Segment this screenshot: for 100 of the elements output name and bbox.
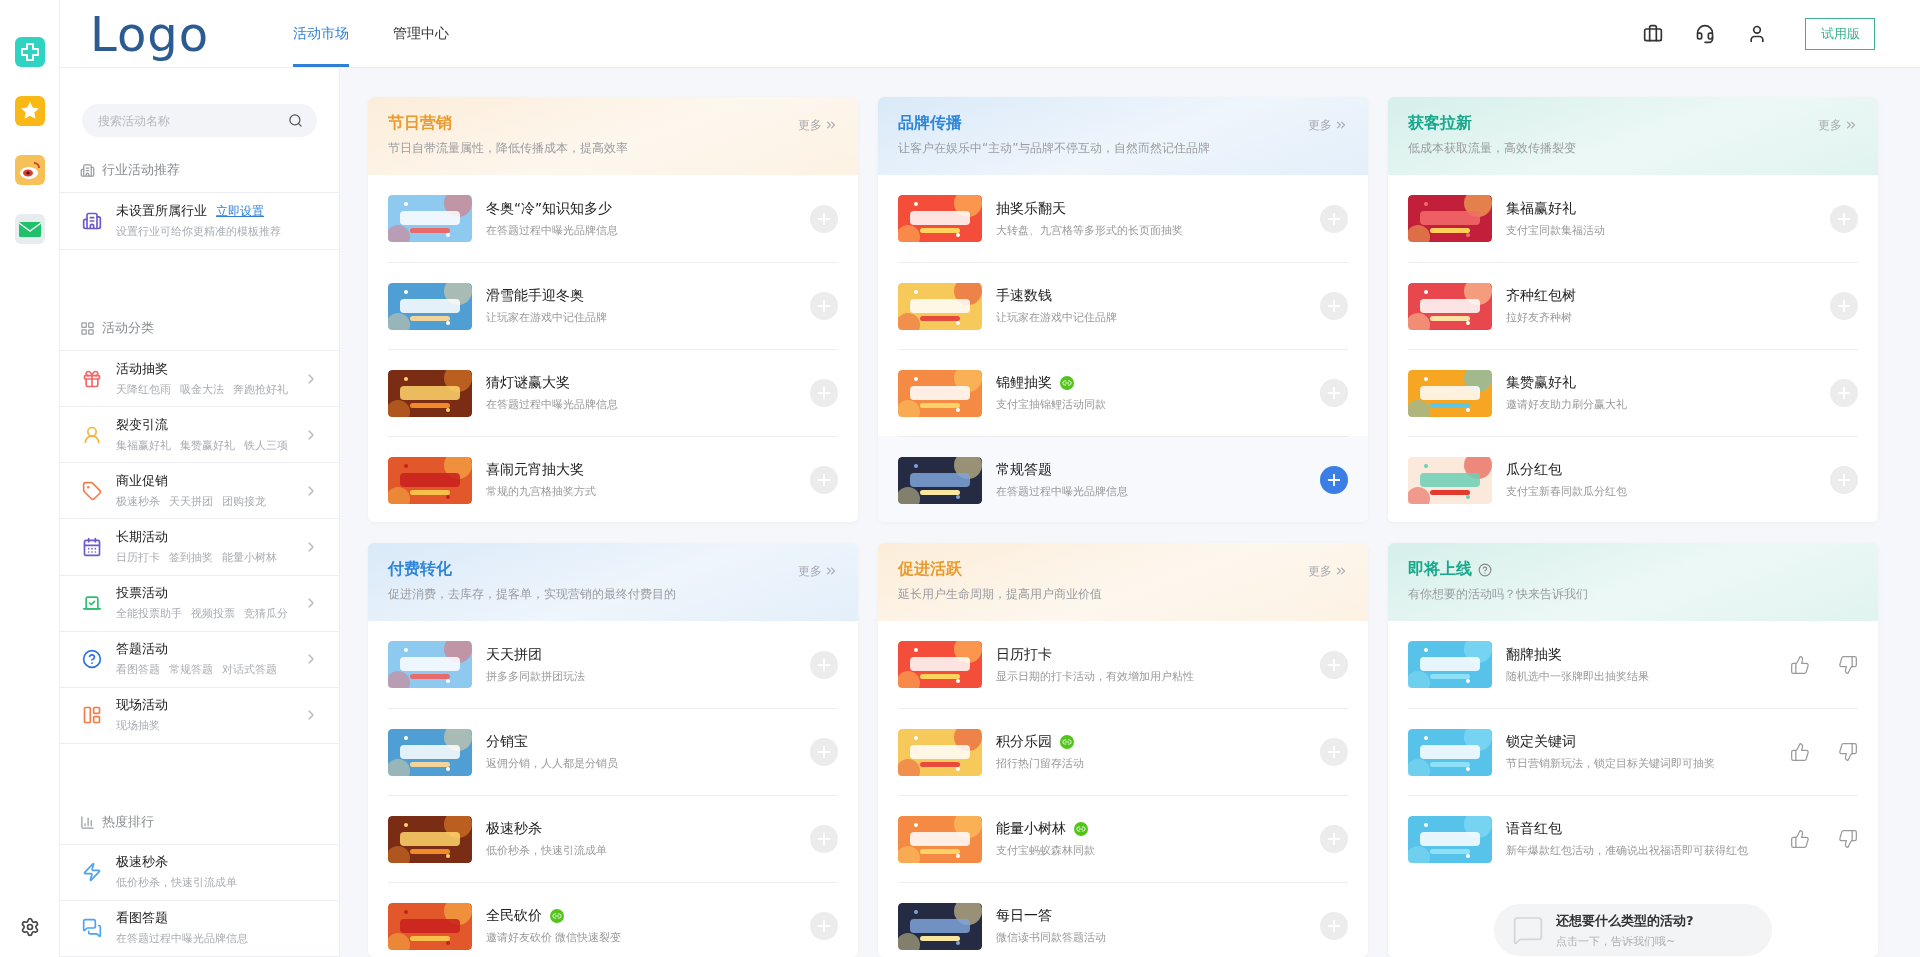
category-item[interactable]: 裂变引流 集福赢好礼 集赞赢好礼 铁人三项 — [60, 407, 339, 464]
settings-icon[interactable] — [19, 917, 40, 937]
category-tag: 对话式答题 — [222, 662, 277, 678]
activity-title: 能量小树林 — [996, 820, 1066, 838]
activity-row[interactable]: 常规答题 在答题过程中曝光品牌信息 — [878, 436, 1368, 522]
activity-row[interactable]: 冬奥“冷”知识知多少 在答题过程中曝光品牌信息 — [368, 175, 858, 262]
activity-desc: 微信读书同款答题活动 — [996, 930, 1107, 945]
user-icon[interactable] — [1747, 23, 1767, 44]
activity-title: 滑雪能手迎冬奥 — [486, 287, 584, 305]
activity-row[interactable]: 极速秒杀 低价秒杀，快速引流成单 — [368, 795, 858, 882]
double-chevron-icon — [824, 564, 838, 578]
ranking-desc: 低价秒杀，快速引流成单 — [116, 875, 238, 891]
card-title: 即将上线 — [1408, 559, 1472, 580]
category-tag: 极速秒杀 — [116, 493, 160, 509]
activity-row[interactable]: 能量小树林 支付宝蚂蚁森林同款 — [878, 795, 1368, 882]
activity-desc: 拼多多同款拼团玩法 — [486, 668, 586, 684]
set-now-link[interactable]: 立即设置 — [216, 203, 264, 221]
section-title: 行业活动推荐 — [102, 162, 180, 180]
card-title: 获客拉新 — [1408, 113, 1472, 134]
activity-title: 集赞赢好礼 — [1506, 374, 1576, 392]
category-tag: 吸金大法 — [180, 381, 224, 397]
ranking-item[interactable]: 极速秒杀 低价秒杀，快速引流成单 — [60, 844, 339, 901]
activity-row[interactable]: 分销宝 返佣分销，人人都是分销员 — [368, 708, 858, 795]
card-subtitle: 促进消费，去库存，提客单，实现营销的最终付费目的 — [388, 586, 677, 603]
activity-title: 分销宝 — [486, 733, 528, 751]
activity-row[interactable]: 日历打卡 显示日期的打卡活动，有效增加用户粘性 — [878, 621, 1368, 708]
briefcase-icon[interactable] — [1643, 23, 1663, 44]
activity-row[interactable]: 天天拼团 拼多多同款拼团玩法 — [368, 621, 858, 708]
activity-title: 每日一答 — [996, 907, 1052, 925]
activity-row[interactable]: 抽奖乐翻天 大转盘、九宫格等多形式的长页面抽奖 — [878, 175, 1368, 262]
card-title: 促进活跃 — [898, 559, 962, 580]
activity-desc: 邀请好友助力刷分赢大礼 — [1506, 397, 1628, 412]
category-item[interactable]: 商业促销 极速秒杀 天天拼团 团购接龙 — [60, 463, 339, 520]
nav-tab[interactable]: 管理中心 — [393, 0, 449, 67]
activity-title: 常规答题 — [996, 461, 1052, 479]
activity-desc: 支付宝抽锦鲤活动同款 — [996, 397, 1107, 412]
activity-row[interactable]: 手速数钱 让玩家在游戏中记住品牌 — [878, 262, 1368, 349]
activity-row[interactable]: 翻牌抽奖 随机选中一张牌即出抽奖结果 — [1388, 621, 1878, 708]
category-tag: 铁人三项 — [244, 437, 288, 453]
activity-row[interactable]: 齐种红包树 拉好友齐种树 — [1388, 262, 1878, 349]
activity-row[interactable]: 每日一答 微信读书同款答题活动 — [878, 882, 1368, 957]
activity-row[interactable]: 锁定关键词 节日营销新玩法，锁定目标关键词即可抽奖 — [1388, 708, 1878, 795]
lightning-icon — [82, 862, 102, 883]
activity-row[interactable]: 滑雪能手迎冬奥 让玩家在游戏中记住品牌 — [368, 262, 858, 349]
thumbs-down-icon[interactable] — [1838, 742, 1858, 762]
ranking-desc: 在答题过程中曝光品牌信息 — [116, 931, 249, 947]
activity-desc: 邀请好友砍价 微信快速裂变 — [486, 930, 623, 945]
category-tag: 常规答题 — [169, 662, 213, 678]
mail-app-icon[interactable] — [14, 214, 45, 244]
eye-app-icon[interactable] — [14, 155, 45, 185]
activity-row[interactable]: 锦鲤抽奖 支付宝抽锦鲤活动同款 — [878, 349, 1368, 436]
ranking-name: 看图答题 — [116, 910, 168, 928]
category-name: 长期活动 — [116, 529, 168, 546]
category-item[interactable]: 答题活动 看图答题 常规答题 对话式答题 — [60, 631, 339, 688]
add-button[interactable] — [1320, 466, 1348, 494]
activity-title: 极速秒杀 — [486, 820, 542, 838]
double-chevron-icon — [1844, 118, 1858, 132]
card-title: 付费转化 — [388, 559, 452, 580]
activity-row[interactable]: 集福赢好礼 支付宝同款集福活动 — [1388, 175, 1878, 262]
activity-row[interactable]: 喜闹元宵抽大奖 常规的九宫格抽奖方式 — [368, 436, 858, 522]
activity-row[interactable]: 瓜分红包 支付宝新春同款瓜分红包 — [1388, 436, 1878, 522]
activity-row[interactable]: 积分乐园 招行热门留存活动 — [878, 708, 1368, 795]
category-item[interactable]: 投票活动 全能投票助手 视频投票 竞猜瓜分 — [60, 575, 339, 632]
help-icon[interactable] — [1478, 562, 1492, 577]
star-app-icon[interactable] — [14, 96, 45, 126]
activity-desc: 新年爆款红包活动，准确说出祝福语即可获得红包 — [1506, 843, 1749, 858]
category-tag: 竞猜瓜分 — [244, 606, 288, 622]
category-item[interactable]: 长期活动 日历打卡 签到抽奖 能量小树林 — [60, 519, 339, 576]
thumbs-up-icon[interactable] — [1790, 742, 1810, 762]
activity-row[interactable]: 全民砍价 邀请好友砍价 微信快速裂变 — [368, 882, 858, 957]
activity-row[interactable]: 集赞赢好礼 邀请好友助力刷分赢大礼 — [1388, 349, 1878, 436]
activity-title: 喜闹元宵抽大奖 — [486, 461, 584, 479]
category-tag: 集赞赢好礼 — [180, 437, 235, 453]
ranking-item[interactable]: 看图答题 在答题过程中曝光品牌信息 — [60, 900, 339, 957]
thumbs-down-icon[interactable] — [1838, 654, 1858, 675]
category-tag: 能量小树林 — [222, 550, 277, 565]
activity-title: 瓜分红包 — [1506, 461, 1562, 479]
card-subtitle: 让客户在娱乐中“主动”与品牌不停互动，自然而然记住品牌 — [898, 140, 1212, 157]
category-item[interactable]: 现场活动 现场抽奖 — [60, 687, 339, 744]
activity-desc: 显示日期的打卡活动，有效增加用户粘性 — [996, 668, 1195, 684]
card-subtitle: 有你想要的活动吗？快来告诉我们 — [1408, 586, 1589, 603]
activity-row[interactable]: 猜灯谜赢大奖 在答题过程中曝光品牌信息 — [368, 349, 858, 436]
activity-desc: 在答题过程中曝光品牌信息 — [996, 484, 1129, 499]
cross-app-icon[interactable] — [14, 37, 45, 67]
activity-title: 集福赢好礼 — [1506, 199, 1576, 218]
category-name: 裂变引流 — [116, 416, 168, 434]
thumbs-down-icon[interactable] — [1838, 829, 1858, 849]
category-name: 商业促销 — [116, 472, 168, 490]
chat-icon — [82, 918, 102, 939]
activity-desc: 节日营销新玩法，锁定目标关键词即可抽奖 — [1506, 756, 1716, 771]
headset-icon[interactable] — [1695, 23, 1715, 44]
category-item[interactable]: 活动抽奖 天降红包雨 吸金大法 奔跑抢好礼 — [60, 351, 339, 408]
activity-desc: 在答题过程中曝光品牌信息 — [486, 397, 619, 412]
thumbs-up-icon[interactable] — [1790, 829, 1810, 849]
thumbs-up-icon[interactable] — [1790, 654, 1810, 675]
activity-desc: 支付宝蚂蚁森林同款 — [996, 843, 1096, 858]
activity-row[interactable]: 语音红包 新年爆款红包活动，准确说出祝福语即可获得红包 — [1388, 795, 1878, 882]
search-icon[interactable] — [288, 113, 303, 128]
category-name: 投票活动 — [116, 585, 168, 603]
category-tag: 天降红包雨 — [116, 381, 171, 397]
